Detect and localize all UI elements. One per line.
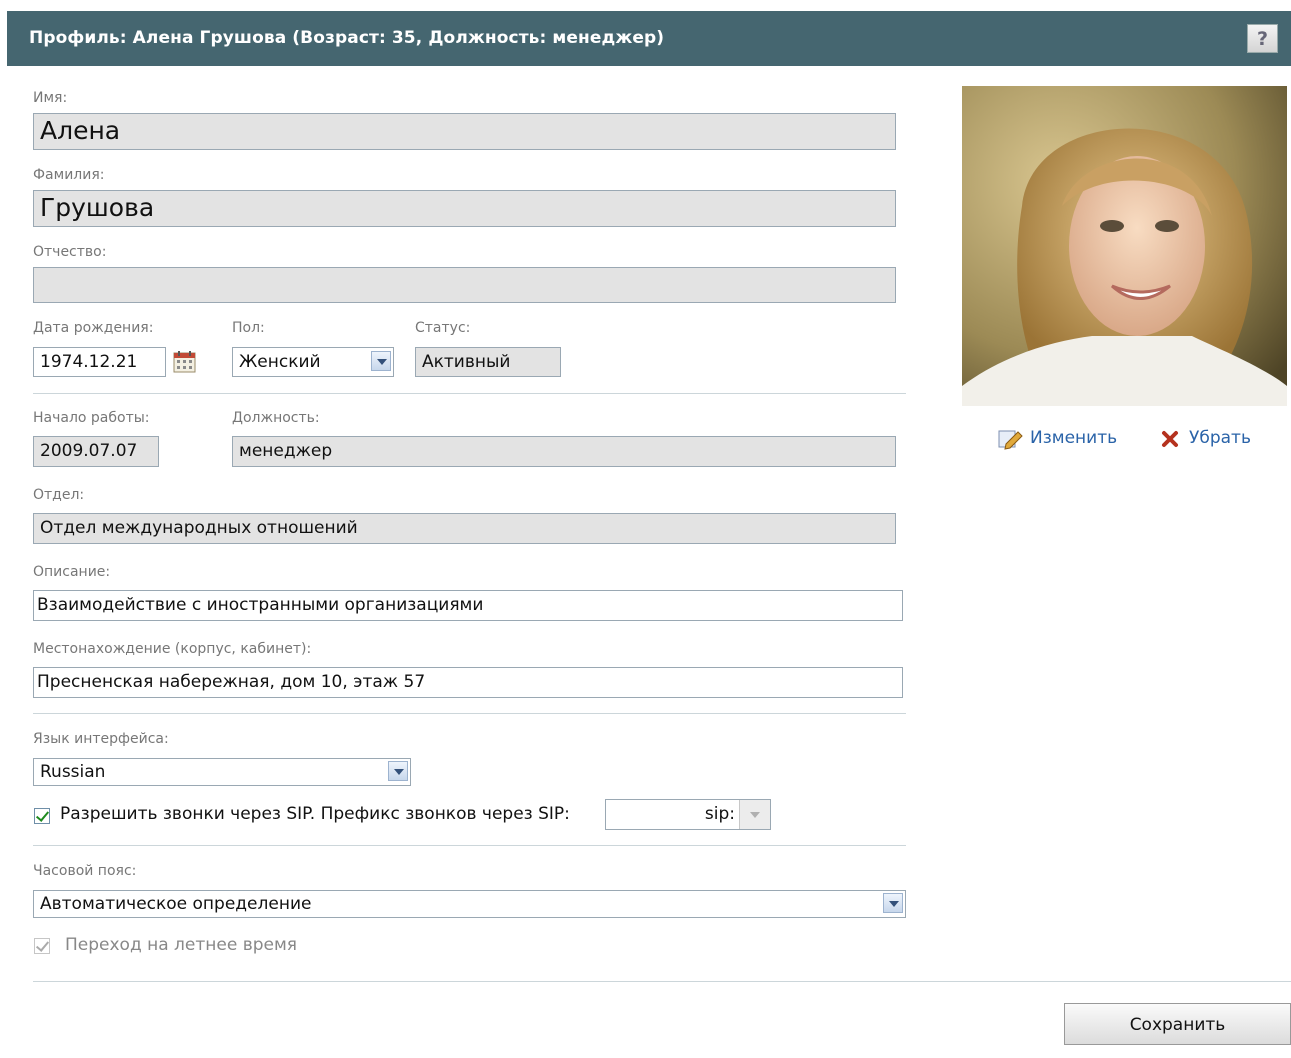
help-button[interactable]: ? bbox=[1247, 24, 1278, 53]
gender-select-value: Женский bbox=[239, 352, 321, 372]
last-name-label: Фамилия: bbox=[33, 167, 105, 183]
sip-label: Разрешить звонки через SIP. Префикс звон… bbox=[60, 804, 570, 824]
divider bbox=[33, 393, 906, 394]
divider bbox=[33, 981, 1291, 982]
department-field: Отдел международных отношений bbox=[33, 513, 896, 544]
position-label: Должность: bbox=[232, 410, 320, 426]
sip-checkbox[interactable] bbox=[34, 808, 50, 824]
last-name-field[interactable]: Грушова bbox=[33, 190, 896, 227]
edit-photo-link[interactable]: Изменить bbox=[1030, 428, 1117, 448]
description-label: Описание: bbox=[33, 564, 111, 580]
sip-prefix-value: sip: bbox=[704, 804, 735, 824]
divider bbox=[33, 845, 906, 846]
chevron-down-icon[interactable] bbox=[739, 800, 770, 829]
language-label: Язык интерфейса: bbox=[33, 731, 169, 747]
status-label: Статус: bbox=[415, 320, 471, 336]
title-bar: Профиль: Алена Грушова (Возраст: 35, Дол… bbox=[7, 11, 1291, 66]
status-field: Активный bbox=[415, 347, 561, 377]
department-label: Отдел: bbox=[33, 487, 85, 503]
divider bbox=[33, 713, 906, 714]
timezone-select-value: Автоматическое определение bbox=[40, 894, 312, 914]
description-input[interactable]: Взаимодействие с иностранными организаци… bbox=[33, 590, 903, 621]
dst-checkbox[interactable] bbox=[34, 938, 50, 954]
middle-name-label: Отчество: bbox=[33, 244, 107, 260]
save-button[interactable]: Сохранить bbox=[1064, 1003, 1291, 1045]
remove-photo-link[interactable]: Убрать bbox=[1189, 428, 1251, 448]
birth-date-label: Дата рождения: bbox=[33, 320, 154, 336]
start-date-label: Начало работы: bbox=[33, 410, 150, 426]
edit-photo-icon[interactable] bbox=[998, 428, 1024, 450]
middle-name-field[interactable] bbox=[33, 267, 896, 303]
timezone-label: Часовой пояс: bbox=[33, 863, 137, 879]
first-name-field[interactable]: Алена bbox=[33, 113, 896, 150]
dst-label: Переход на летнее время bbox=[65, 935, 298, 955]
start-date-field: 2009.07.07 bbox=[33, 436, 159, 467]
timezone-select[interactable]: Автоматическое определение bbox=[33, 890, 906, 918]
birth-date-input[interactable]: 1974.12.21 bbox=[33, 347, 166, 377]
chevron-down-icon[interactable] bbox=[883, 893, 903, 913]
language-select-value: Russian bbox=[40, 762, 106, 782]
gender-label: Пол: bbox=[232, 320, 265, 336]
location-label: Местонахождение (корпус, кабинет): bbox=[33, 641, 312, 657]
chevron-down-icon[interactable] bbox=[371, 351, 391, 371]
save-button-label: Сохранить bbox=[1129, 1015, 1226, 1035]
chevron-down-icon[interactable] bbox=[388, 761, 408, 781]
gender-select[interactable]: Женский bbox=[232, 347, 394, 377]
position-field: менеджер bbox=[232, 436, 896, 467]
location-input[interactable]: Пресненская набережная, дом 10, этаж 57 bbox=[33, 667, 903, 698]
page-title: Профиль: Алена Грушова (Возраст: 35, Дол… bbox=[29, 28, 665, 48]
sip-prefix-select[interactable]: sip: bbox=[605, 799, 771, 830]
profile-photo bbox=[962, 86, 1287, 406]
calendar-icon[interactable] bbox=[172, 349, 197, 374]
language-select[interactable]: Russian bbox=[33, 758, 411, 786]
first-name-label: Имя: bbox=[33, 90, 68, 106]
close-icon[interactable] bbox=[1161, 430, 1179, 448]
